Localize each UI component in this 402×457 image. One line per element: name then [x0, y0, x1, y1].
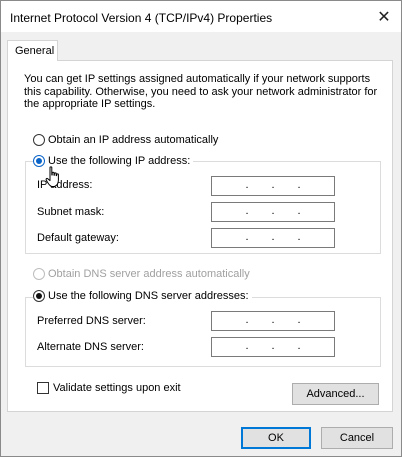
ip-dot: . — [245, 230, 249, 243]
dialog-window: Internet Protocol Version 4 (TCP/IPv4) P… — [0, 0, 402, 457]
cancel-button[interactable]: Cancel — [321, 427, 393, 449]
ip-dot: . — [245, 313, 249, 326]
obtain-ip-auto-label: Obtain an IP address automatically — [48, 134, 219, 146]
subnet-mask-input[interactable]: . . . — [211, 202, 335, 222]
ip-dot: . — [245, 178, 249, 191]
ip-dot: . — [271, 313, 275, 326]
validate-settings-checkbox[interactable] — [37, 382, 49, 394]
ip-dot: . — [271, 230, 275, 243]
ip-dot: . — [271, 204, 275, 217]
alternate-dns-label: Alternate DNS server: — [37, 341, 144, 353]
ip-dot: . — [271, 178, 275, 191]
use-dns-manual-radio-button[interactable] — [33, 290, 45, 302]
ip-dot: . — [297, 230, 301, 243]
ip-address-input[interactable]: . . . — [211, 176, 335, 196]
ip-dot: . — [245, 339, 249, 352]
ip-dot: . — [297, 313, 301, 326]
obtain-ip-auto-radio[interactable]: Obtain an IP address automatically — [33, 134, 222, 146]
validate-settings-label: Validate settings upon exit — [53, 382, 181, 394]
title-bar: Internet Protocol Version 4 (TCP/IPv4) P… — [1, 1, 401, 32]
preferred-dns-input[interactable]: . . . — [211, 311, 335, 331]
tab-general[interactable]: General — [7, 40, 58, 61]
ip-dot: . — [297, 204, 301, 217]
tab-general-label: General — [15, 45, 55, 57]
advanced-button[interactable]: Advanced... — [292, 383, 379, 405]
hand-cursor-icon — [45, 166, 59, 187]
ip-dot: . — [297, 339, 301, 352]
use-dns-manual-label: Use the following DNS server addresses: — [48, 290, 249, 302]
ip-dot: . — [297, 178, 301, 191]
default-gateway-input[interactable]: . . . — [211, 228, 335, 248]
alternate-dns-input[interactable]: . . . — [211, 337, 335, 357]
preferred-dns-label: Preferred DNS server: — [37, 315, 146, 327]
validate-settings-checkbox-row[interactable]: Validate settings upon exit — [37, 382, 181, 394]
obtain-dns-auto-label: Obtain DNS server address automatically — [48, 268, 250, 280]
default-gateway-label: Default gateway: — [37, 232, 119, 244]
ok-button[interactable]: OK — [241, 427, 311, 449]
ip-dot: . — [271, 339, 275, 352]
subnet-mask-label: Subnet mask: — [37, 206, 105, 218]
obtain-ip-auto-radio-button[interactable] — [33, 134, 45, 146]
close-button[interactable]: ✕ — [367, 1, 401, 32]
obtain-dns-auto-radio-button[interactable] — [33, 268, 45, 280]
close-icon: ✕ — [377, 8, 391, 26]
description-text: You can get IP settings assigned automat… — [24, 73, 378, 110]
ip-dot: . — [245, 204, 249, 217]
window-title: Internet Protocol Version 4 (TCP/IPv4) P… — [10, 11, 273, 25]
use-ip-manual-label: Use the following IP address: — [48, 155, 191, 167]
use-ip-manual-radio-button[interactable] — [33, 155, 45, 167]
obtain-dns-auto-radio[interactable]: Obtain DNS server address automatically — [33, 268, 253, 280]
use-dns-manual-radio[interactable]: Use the following DNS server addresses: — [33, 290, 252, 302]
